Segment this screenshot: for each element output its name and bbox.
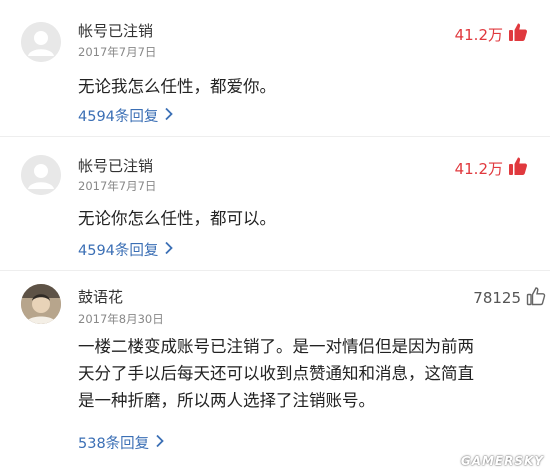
replies-count: 4594条回复 <box>78 109 159 125</box>
comment-item: 帐号已注销 2017年7月7日 41.2万 无论你怎么任性，都可以。 4594条… <box>0 137 550 270</box>
replies-link[interactable]: 4594条回复 <box>78 239 174 260</box>
comment-text-line: 天分了手以后每天还可以收到点赞通知和消息，这简直 <box>78 364 474 383</box>
replies-link[interactable]: 4594条回复 <box>78 105 174 126</box>
like-count: 41.2万 <box>454 159 503 178</box>
comment-username[interactable]: 鼓语花 <box>78 286 123 307</box>
like-button[interactable]: 41.2万 <box>455 22 528 46</box>
comment-date: 2017年7月7日 <box>78 45 157 59</box>
comment-username[interactable]: 帐号已注销 <box>78 20 153 41</box>
watermark-logo: GAMERSKY <box>460 454 544 468</box>
like-button[interactable]: 78125 <box>473 286 546 310</box>
user-photo-avatar[interactable] <box>21 284 61 324</box>
thumbs-up-filled-icon <box>508 156 528 180</box>
default-avatar-icon[interactable] <box>21 155 61 195</box>
replies-count: 538条回复 <box>78 436 150 452</box>
comment-item: 鼓语花 2017年8月30日 78125 一楼二楼变成账号已注销了。是一对情侣但… <box>0 271 550 472</box>
like-count: 41.2万 <box>454 25 503 44</box>
chevron-right-icon <box>164 107 174 125</box>
comment-username[interactable]: 帐号已注销 <box>78 155 153 176</box>
replies-link[interactable]: 538条回复 <box>78 432 165 453</box>
comment-text: 一楼二楼变成账号已注销了。是一对情侣但是因为前两 天分了手以后每天还可以收到点赞… <box>78 333 548 414</box>
like-count: 78125 <box>473 289 521 307</box>
chevron-right-icon <box>155 434 165 452</box>
chevron-right-icon <box>164 241 174 259</box>
comment-text: 无论我怎么任性，都爱你。 <box>78 77 276 96</box>
comment-text-line: 是一种折磨，所以两人选择了注销账号。 <box>78 391 375 410</box>
thumbs-up-filled-icon <box>508 22 528 46</box>
comment-date: 2017年7月7日 <box>78 179 157 193</box>
default-avatar-icon[interactable] <box>21 22 61 62</box>
replies-count: 4594条回复 <box>78 243 159 259</box>
comment-item: 帐号已注销 2017年7月7日 41.2万 无论我怎么任性，都爱你。 4594条… <box>0 0 550 136</box>
comment-text-line: 一楼二楼变成账号已注销了。是一对情侣但是因为前两 <box>78 337 474 356</box>
comment-text: 无论你怎么任性，都可以。 <box>78 209 276 228</box>
comment-date: 2017年8月30日 <box>78 312 164 326</box>
like-button[interactable]: 41.2万 <box>455 156 528 180</box>
thumbs-up-outline-icon <box>526 286 546 310</box>
